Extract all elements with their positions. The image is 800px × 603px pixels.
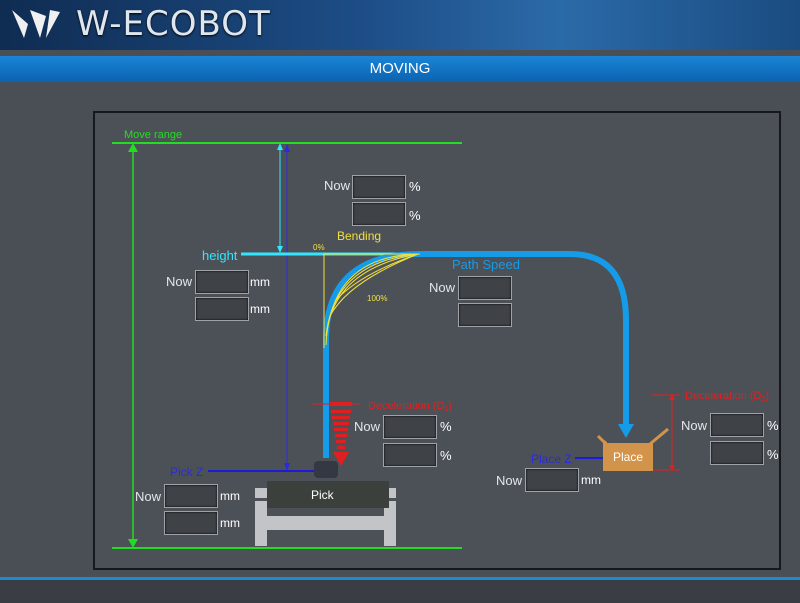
path-speed-input[interactable] [458,303,512,327]
decel-pick-unit: % [440,448,452,463]
bending-now-field[interactable] [352,175,406,199]
bending-0-label: 0% [313,243,325,252]
decel-place-label: Deceleration (D2) [685,390,769,403]
pick-z-label: Pick Z [170,465,203,479]
pick-z-now-field[interactable] [164,484,218,508]
deceleration-pick-icon [330,402,352,466]
decel-pick-label: Deceleration (D1) [368,400,452,413]
height-now-field[interactable] [195,270,249,294]
bending-label: Bending [337,229,381,243]
bending-now-label: Now [324,178,351,193]
gripper [314,461,338,478]
height-label: height [202,248,238,263]
decel-pick-now-unit: % [440,419,452,434]
place-z-label: Place Z [531,452,572,466]
bending-100-label: 100% [367,294,387,303]
pick-z-unit: mm [220,516,240,530]
pick-z-now-label: Now [135,489,162,504]
bending-now-unit: % [409,179,421,194]
bottom-bar [0,577,800,603]
height-input[interactable] [195,297,249,321]
decel-place-unit: % [767,447,779,462]
pick-label: Pick [311,488,335,502]
move-range-label: Move range [124,129,182,141]
path-speed-now-field[interactable] [458,276,512,300]
moving-diagram: Move range height Bending 0% 100% Path S… [112,129,769,549]
height-unit: mm [250,302,270,316]
path-speed-label: Path Speed [452,257,520,272]
decel-pick-now-field[interactable] [383,415,437,439]
path-speed-now-label: Now [429,280,456,295]
place-label: Place [613,450,643,464]
pick-z-input[interactable] [164,511,218,535]
path-end-arrow [618,424,634,438]
bending-input[interactable] [352,202,406,226]
decel-place-now-label: Now [681,418,708,433]
decel-place-now-unit: % [767,418,779,433]
decel-pick-now-label: Now [354,419,381,434]
height-now-unit: mm [250,275,270,289]
place-z-now-label: Now [496,473,523,488]
decel-place-now-field[interactable] [710,413,764,437]
place-z-now-field[interactable] [525,468,579,492]
pick-z-now-unit: mm [220,489,240,503]
place-z-now-unit: mm [581,473,601,487]
decel-place-input[interactable] [710,441,764,465]
decel-pick-input[interactable] [383,443,437,467]
height-now-label: Now [166,274,193,289]
bending-unit: % [409,208,421,223]
